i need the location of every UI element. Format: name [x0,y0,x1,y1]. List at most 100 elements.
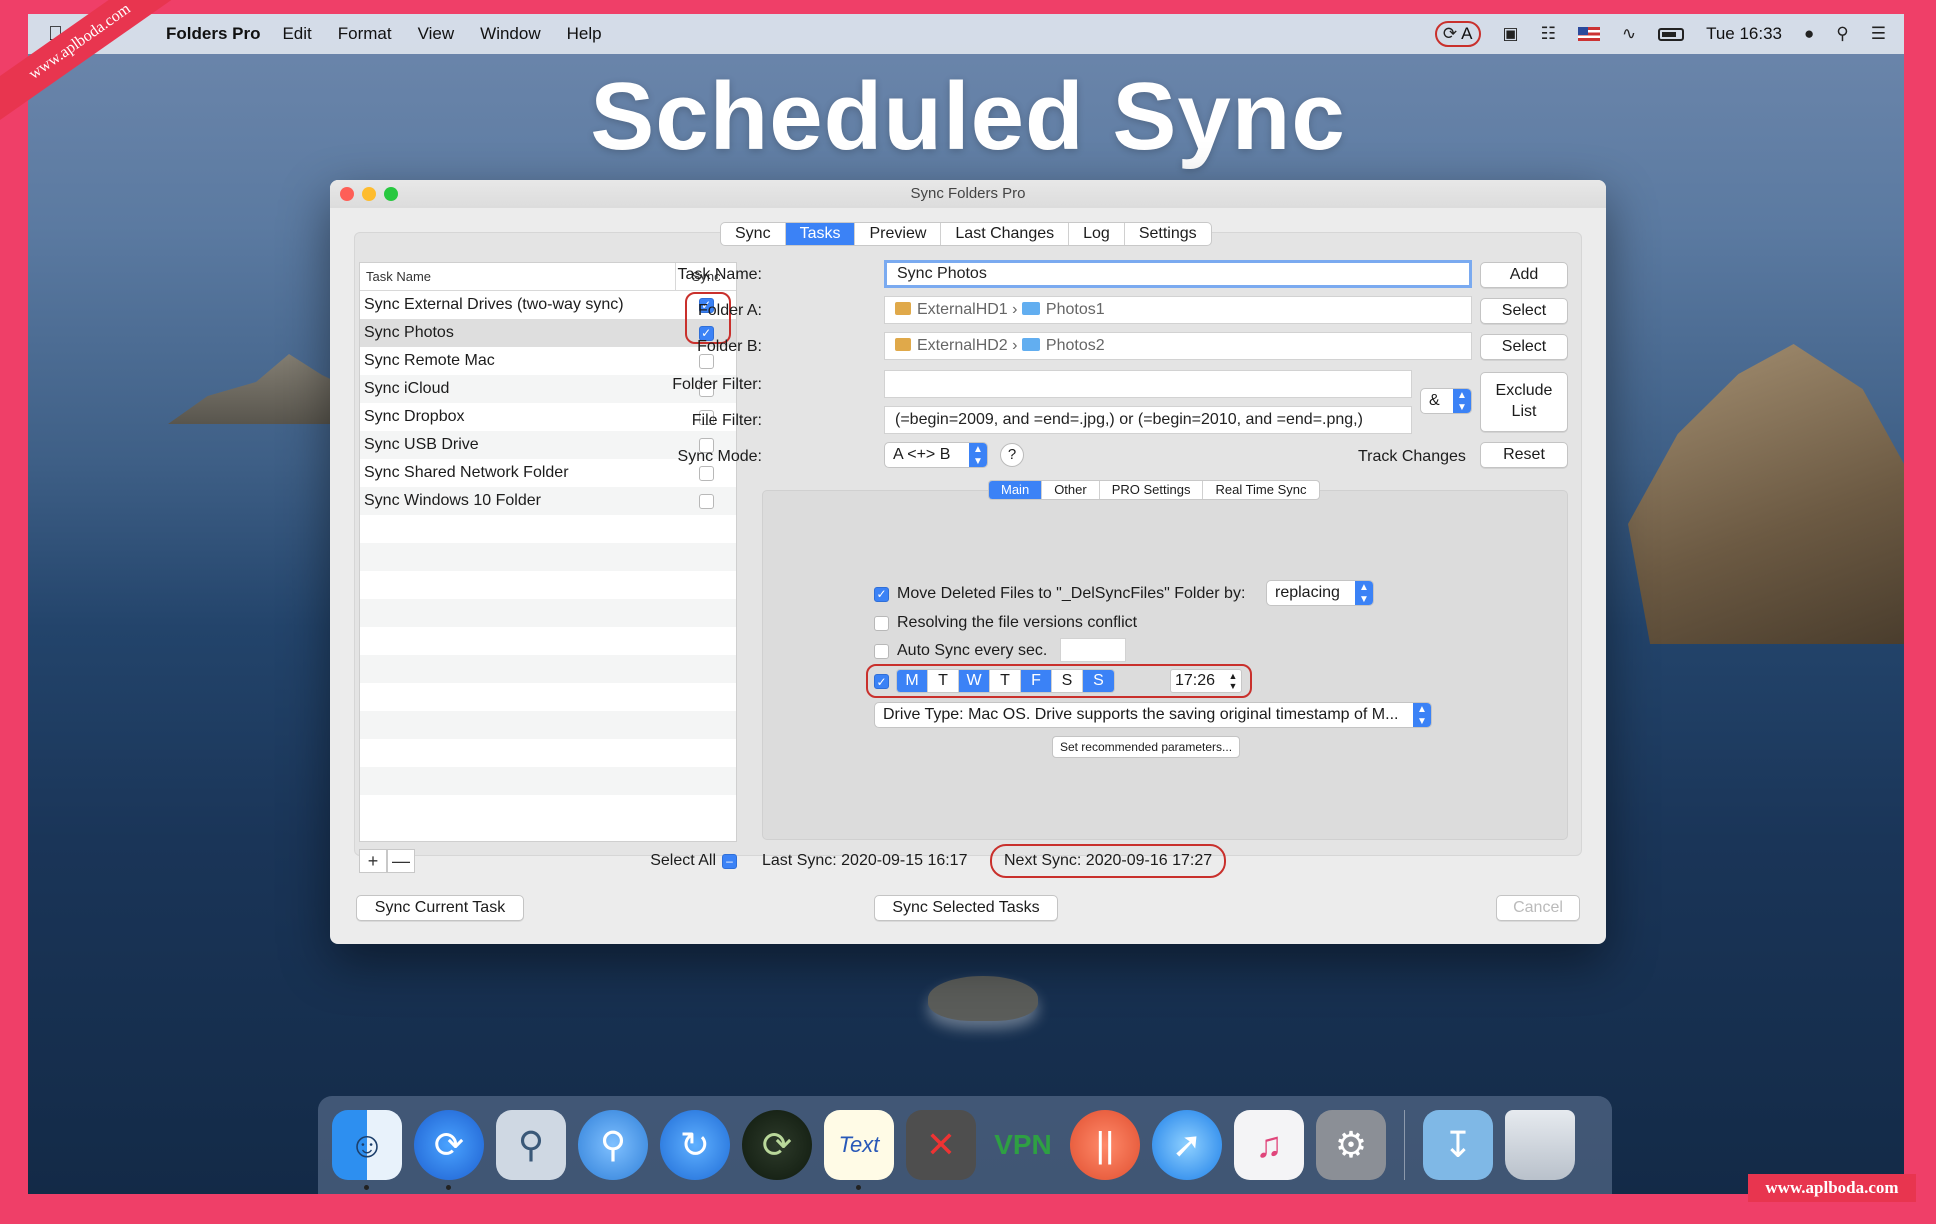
chevron-updown-icon: ▲ ▼ [969,443,987,467]
time-stepper-icon[interactable]: ▲ ▼ [1227,671,1239,691]
vpn-label: VPN [994,1129,1052,1160]
schedule-checkbox[interactable]: ✓ [874,674,889,689]
spotlight-search-icon[interactable]: ⚲ [1836,24,1848,44]
search-icon[interactable]: ⚲ [578,1110,648,1180]
task-sync-checkbox[interactable] [698,465,714,481]
file-filter-label: File Filter: [691,412,762,429]
text-edit-icon[interactable]: Text [824,1110,894,1190]
window-title: Sync Folders Pro [910,185,1026,202]
schedule-days: M T W T F S S [896,669,1115,693]
trash-can-icon[interactable]: ✕ [906,1110,976,1180]
menu-edit[interactable]: Edit [282,24,311,44]
minimize-button[interactable] [362,187,376,201]
table-row[interactable]: Sync Windows 10 Folder [360,487,736,515]
folder-filter-label: Folder Filter: [672,376,762,393]
gear-icon[interactable]: ⚙ [1316,1110,1386,1180]
downloads-folder-icon[interactable]: ↧ [1423,1110,1493,1180]
window-titlebar[interactable]: Sync Folders Pro [330,180,1606,208]
filter-operator-select[interactable]: & ▲ ▼ [1420,388,1472,414]
control-center-icon[interactable]: ☰ [1871,24,1886,44]
column-header-task-name[interactable]: Task Name [360,263,677,290]
day-tuesday[interactable]: T [928,670,959,692]
subtab-main[interactable]: Main [989,481,1043,499]
day-monday[interactable]: M [897,670,928,692]
folder-filter-field[interactable] [884,370,1412,398]
auto-sync-checkbox[interactable] [874,643,889,659]
delete-mode-select[interactable]: replacing ▲ ▼ [1266,580,1374,606]
day-wednesday[interactable]: W [959,670,990,692]
tab-last-changes[interactable]: Last Changes [941,223,1070,245]
banner-title: Scheduled Sync [590,63,1346,170]
menu-window[interactable]: Window [480,24,540,44]
refresh-icon[interactable]: ↻ [660,1110,730,1180]
remove-task-button[interactable]: — [387,849,415,873]
day-thursday[interactable]: T [990,670,1021,692]
zoom-button[interactable] [384,187,398,201]
magnifier-icon[interactable]: ⚲ [496,1110,566,1180]
sync-mode-select[interactable]: A <+> B ▲ ▼ [884,442,988,468]
menu-app-name[interactable]: Folders Pro [166,24,260,44]
task-name-field[interactable]: Sync Photos [884,260,1472,288]
wifi-icon[interactable]: ∿ [1622,24,1636,44]
close-button[interactable] [340,187,354,201]
auto-sync-seconds-field[interactable] [1060,638,1126,662]
battery-icon[interactable] [1658,27,1685,41]
trash-icon[interactable] [1505,1110,1575,1180]
vpn-icon[interactable]: VPN [988,1110,1058,1180]
drive-icon [895,302,911,315]
finder-icon[interactable]: ☺ [332,1110,402,1190]
day-sunday[interactable]: S [1083,670,1114,692]
tab-tasks[interactable]: Tasks [785,223,856,245]
schedule-time-field[interactable]: 17:26 ▲ ▼ [1170,669,1242,693]
calendar-icon[interactable]: ▣ [1503,24,1519,44]
drive-type-select[interactable]: Drive Type: Mac OS. Drive supports the s… [874,702,1432,728]
add-button[interactable]: Add [1480,262,1568,288]
select-folder-b-button[interactable]: Select [1480,334,1568,360]
resolve-conflict-checkbox[interactable] [874,615,889,631]
island-right [1628,344,1904,644]
select-all[interactable]: Select All – [650,852,737,870]
folder-b-path[interactable]: ExternalHD2 › Photos2 [884,332,1472,360]
schedule-time-value: 17:26 [1175,672,1216,689]
binary-sync-icon[interactable]: ⟳ [742,1110,812,1180]
help-button[interactable]: ? [1000,443,1024,467]
tab-preview[interactable]: Preview [855,223,942,245]
cancel-button[interactable]: Cancel [1496,895,1580,921]
task-sync-checkbox[interactable] [698,493,714,509]
tab-sync[interactable]: Sync [721,223,786,245]
subtab-pro-settings[interactable]: PRO Settings [1100,481,1204,499]
menu-extra-icon[interactable]: ☷ [1541,24,1556,44]
file-filter-field[interactable]: (=begin=2009, and =end=.jpg,) or (=begin… [884,406,1412,434]
fork-knife-icon[interactable]: || [1070,1110,1140,1180]
day-saturday[interactable]: S [1052,670,1083,692]
tab-settings[interactable]: Settings [1125,223,1211,245]
music-icon[interactable]: ♫ [1234,1110,1304,1180]
set-recommended-button[interactable]: Set recommended parameters... [1052,736,1240,758]
compass-icon[interactable]: ➚ [1152,1110,1222,1180]
subtab-other[interactable]: Other [1042,481,1100,499]
add-task-button[interactable]: + [359,849,387,873]
sync-icon[interactable]: ⟳ [414,1110,484,1190]
exclude-list-button[interactable]: Exclude List [1480,372,1568,432]
day-friday[interactable]: F [1021,670,1052,692]
menu-help[interactable]: Help [567,24,602,44]
user-icon[interactable]: ● [1804,24,1814,44]
sync-status-indicator[interactable]: ⟳ A [1434,21,1481,47]
us-flag-icon[interactable] [1577,27,1600,41]
tab-log[interactable]: Log [1069,223,1125,245]
reset-button[interactable]: Reset [1480,442,1568,468]
empty-row [360,655,736,683]
sync-current-task-button[interactable]: Sync Current Task [356,895,524,921]
exclude-list-label-2: List [1511,403,1537,420]
select-folder-a-button[interactable]: Select [1480,298,1568,324]
resolve-conflict-row: Resolving the file versions conflict [874,614,1137,632]
move-deleted-checkbox[interactable]: ✓ [874,586,889,602]
menu-view[interactable]: View [418,24,455,44]
menubar-clock[interactable]: Tue 16:33 [1706,24,1782,44]
folder-a-path[interactable]: ExternalHD1 › Photos1 [884,296,1472,324]
main-tabs: Sync Tasks Preview Last Changes Log Sett… [720,222,1212,246]
sync-selected-tasks-button[interactable]: Sync Selected Tasks [874,895,1058,921]
menu-format[interactable]: Format [338,24,392,44]
subtab-real-time-sync[interactable]: Real Time Sync [1203,481,1318,499]
select-all-checkbox[interactable]: – [722,853,737,869]
